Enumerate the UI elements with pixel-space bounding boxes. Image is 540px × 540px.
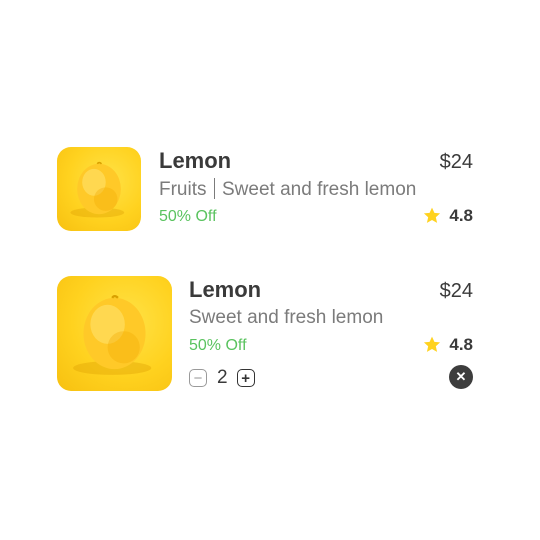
discount-label: 50% Off (189, 337, 247, 354)
product-image[interactable] (57, 147, 141, 231)
rating-value: 4.8 (449, 206, 473, 225)
product-name: Lemon (189, 277, 262, 302)
quantity-stepper: − 2 + (189, 367, 255, 389)
lemon-image (73, 294, 152, 375)
product-price: $24 (439, 280, 473, 302)
rating-value: 4.8 (449, 335, 473, 354)
rating: 4.8 (422, 206, 473, 226)
quantity-value: 2 (217, 367, 228, 388)
product-image[interactable] (57, 276, 172, 391)
product-description: Sweet and fresh lemon (222, 179, 417, 200)
product-category: Fruits (159, 179, 207, 200)
decrease-quantity-button[interactable]: − (189, 369, 207, 387)
product-name: Lemon (159, 148, 232, 173)
rating: 4.8 (422, 335, 473, 355)
increase-quantity-button[interactable]: + (236, 369, 255, 387)
star-icon (424, 336, 441, 352)
product-description: Sweet and fresh lemon (189, 307, 384, 328)
star-icon (424, 207, 441, 223)
product-card-2[interactable]: Lemon $24 Sweet and fresh lemon 50% Off … (57, 276, 473, 391)
remove-item-button[interactable]: ✕ (449, 365, 473, 389)
lemon-image (70, 161, 125, 218)
divider (213, 178, 215, 199)
product-card-1[interactable]: Lemon $24 Fruits Sweet and fresh lemon 50… (57, 147, 473, 231)
discount-label: 50% Off (159, 208, 217, 225)
product-price: $24 (439, 151, 473, 173)
product-subtitle: Fruits Sweet and fresh lemon (159, 178, 416, 201)
